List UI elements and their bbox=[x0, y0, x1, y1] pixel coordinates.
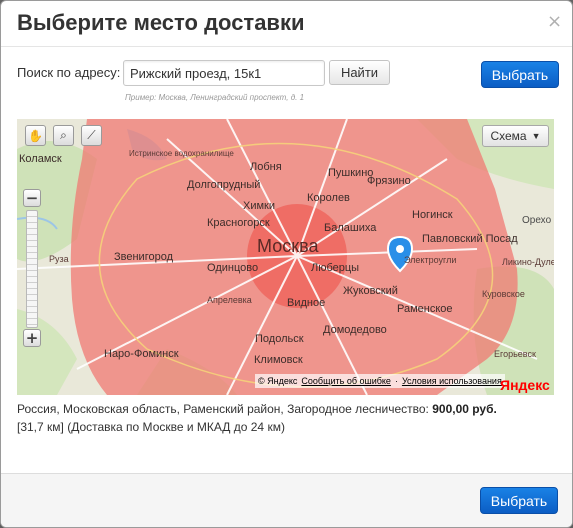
map-label-khimki: Химки bbox=[243, 200, 276, 212]
yandex-logo: Яндекс bbox=[500, 377, 550, 393]
map-label-domodedovo: Домодедово bbox=[323, 324, 387, 336]
map-label-pavlovsky-posad: Павловский Посад bbox=[422, 233, 518, 245]
find-button[interactable]: Найти bbox=[329, 60, 390, 85]
search-hint: Пример: Москва, Ленинградский проспект, … bbox=[125, 93, 305, 102]
map-label-kurovskoe: Куровское bbox=[482, 289, 525, 299]
close-icon[interactable]: × bbox=[547, 13, 562, 31]
map-label-klimovsk: Климовск bbox=[254, 354, 303, 366]
map-label-fryazino: Фрязино bbox=[367, 175, 411, 187]
address-search-input[interactable] bbox=[123, 60, 325, 86]
map-label-orekhovo: Орехо bbox=[522, 215, 552, 226]
delivery-details: [31,7 км] (Доставка по Москве и МКАД до … bbox=[17, 420, 285, 434]
map-label-balashikha: Балашиха bbox=[324, 222, 377, 234]
terms-of-use-link[interactable]: Условия использования bbox=[402, 376, 502, 386]
map-type-dropdown[interactable]: Схема ▼ bbox=[482, 125, 549, 147]
select-button-bottom[interactable]: Выбрать bbox=[480, 487, 558, 514]
map-label-ruza: Руза bbox=[49, 254, 69, 264]
select-button-top[interactable]: Выбрать bbox=[481, 61, 559, 88]
map-label-naro-fominsk: Наро-Фоминск bbox=[104, 348, 179, 360]
map-label-zvenigorod: Звенигород bbox=[114, 251, 174, 263]
map-label-podolsk: Подольск bbox=[255, 333, 304, 345]
map-label-dolgoprudny: Долгопрудный bbox=[187, 179, 261, 191]
delivery-map[interactable]: Коламск Лобня Пушкино Долгопрудный Фрязи… bbox=[17, 119, 554, 395]
map-copyright-bar: © Яндекс Сообщить об ошибке · Условия ис… bbox=[255, 374, 505, 388]
dialog-title: Выберите место доставки bbox=[17, 10, 305, 35]
selected-address-info: Россия, Московская область, Раменский ра… bbox=[17, 400, 547, 436]
map-label-lyubertsy: Люберцы bbox=[311, 262, 360, 274]
map-type-label: Схема bbox=[490, 129, 527, 143]
report-error-link[interactable]: Сообщить об ошибке bbox=[301, 376, 391, 386]
map-label-egoryevsk: Егорьевск bbox=[494, 349, 536, 359]
map-label-korolev: Королев bbox=[307, 192, 350, 204]
ruler-tool-icon[interactable]: ⟋ bbox=[81, 125, 102, 146]
dialog-header: Выберите место доставки × bbox=[1, 1, 572, 47]
hand-tool-icon[interactable]: ✋ bbox=[25, 125, 46, 146]
delivery-location-dialog: Выберите место доставки × Поиск по адрес… bbox=[0, 0, 573, 528]
zoom-in-button[interactable]: + bbox=[23, 329, 41, 347]
address-text: Россия, Московская область, Раменский ра… bbox=[17, 402, 429, 416]
separator: · bbox=[394, 376, 398, 386]
map-label-aprelevka: Апрелевка bbox=[207, 295, 252, 305]
map-label-odintsovo: Одинцово bbox=[207, 262, 259, 274]
map-copyright: © Яндекс bbox=[258, 376, 298, 386]
map-label-istra: Истринское водохранилище bbox=[129, 149, 234, 158]
zoom-out-button[interactable]: − bbox=[23, 189, 41, 207]
map-label-lobnya: Лобня bbox=[250, 161, 282, 173]
map-label-kolamsk: Коламск bbox=[19, 153, 62, 165]
map-label-likino: Ликино-Дулево bbox=[502, 257, 554, 267]
map-label-vidnoe: Видное bbox=[287, 297, 326, 309]
search-label: Поиск по адресу: bbox=[17, 65, 121, 80]
map-label-moskva: Москва bbox=[257, 236, 319, 256]
magnifier-tool-icon[interactable]: ⌕ bbox=[53, 125, 74, 146]
map-label-krasnogorsk: Красногорск bbox=[207, 217, 270, 229]
map-label-ramenskoe: Раменское bbox=[397, 303, 453, 315]
map-label-noginsk: Ногинск bbox=[412, 209, 453, 221]
zoom-slider[interactable] bbox=[26, 210, 38, 328]
map-label-zhukovsky: Жуковский bbox=[343, 285, 398, 297]
delivery-price: 900,00 руб. bbox=[432, 402, 497, 416]
map-label-elektrougli: Электроугли bbox=[404, 255, 457, 265]
chevron-down-icon: ▼ bbox=[531, 131, 541, 141]
